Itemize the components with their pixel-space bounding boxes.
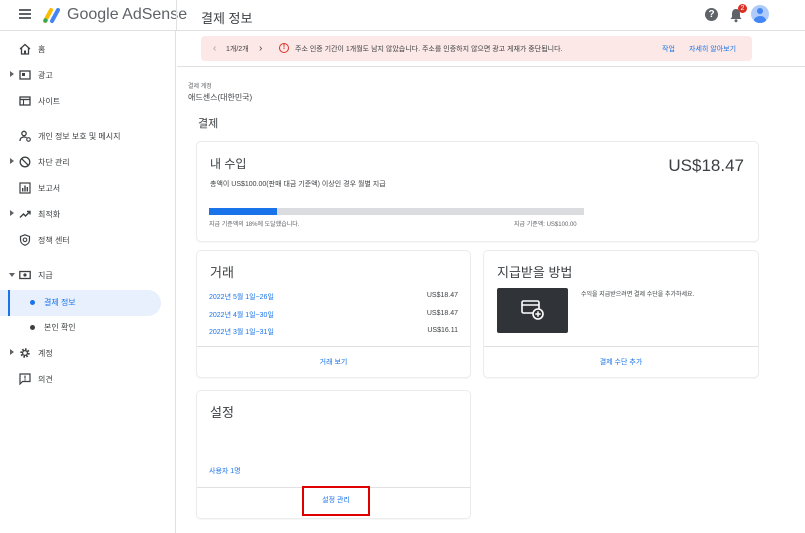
active-indicator (8, 290, 10, 316)
page-title: 결제 정보 (201, 11, 253, 26)
sidebar-item-payment-info[interactable]: 결제 정보 (0, 290, 161, 316)
view-transactions-link[interactable]: 거래 보기 (197, 357, 470, 367)
sidebar-item-feedback[interactable]: 의견 (0, 368, 176, 392)
earnings-description: 총액이 US$100.00(판매 대금 기준액) 이상인 경우 월별 지급 (210, 181, 386, 188)
card-divider (484, 346, 758, 347)
sidebar-item-ads[interactable]: 광고 (0, 64, 176, 88)
content-divider (177, 66, 805, 67)
sidebar-item-verification[interactable]: 본인 확인 (0, 316, 176, 340)
help-icon[interactable]: ? (705, 8, 718, 21)
add-payment-method-link[interactable]: 결제 수단 추가 (484, 357, 758, 367)
payment-progress-fill (209, 208, 277, 215)
section-title: 결제 (198, 118, 219, 130)
learn-more-link[interactable]: 자세히 알아보기 (689, 44, 736, 54)
chevron-right-icon[interactable]: › (259, 43, 262, 54)
chevron-left-icon[interactable]: ‹ (213, 43, 216, 54)
sidebar-item-home[interactable]: 홈 (0, 38, 176, 62)
sidebar-item-payments[interactable]: 지급 (0, 264, 176, 288)
adsense-logo-icon (43, 8, 60, 23)
top-app-bar: Google AdSense 결제 정보 ? 2 (0, 0, 805, 31)
earnings-card: 내 수입 US$18.47 총액이 US$100.00(판매 대금 기준액) 이… (197, 142, 758, 241)
sidebar-item-blocking[interactable]: 차단 관리 (0, 151, 176, 175)
sidebar: 홈 광고 사이트 개인 정보 보호 및 메시지 차단 관리 보고서 최적화 정책… (0, 31, 176, 533)
threshold-text: 지급 기준액: US$100.00 (514, 222, 577, 228)
gear-icon (20, 348, 30, 358)
payment-method-title: 지급받을 방법 (497, 265, 573, 280)
warning-icon: ! (279, 43, 289, 53)
payment-progress-bar (209, 208, 584, 215)
expand-icon[interactable] (10, 210, 14, 216)
payments-icon (19, 270, 31, 280)
transactions-title: 거래 (210, 265, 234, 280)
payment-method-hint: 수익을 지급받으려면 결제 수단을 추가하세요. (581, 292, 695, 298)
expand-icon[interactable] (10, 158, 14, 164)
avatar[interactable] (751, 5, 769, 23)
sites-icon (19, 96, 31, 106)
home-icon (19, 43, 31, 55)
sidebar-item-account[interactable]: 계정 (0, 342, 176, 366)
manage-settings-button[interactable]: 설정 관리 (302, 486, 370, 516)
users-link[interactable]: 사용자 1명 (209, 466, 241, 476)
bullet-icon (30, 300, 35, 305)
reports-icon (19, 182, 31, 194)
privacy-icon (19, 130, 31, 142)
alert-pager: 1개/2개 (226, 46, 249, 53)
block-icon (19, 156, 31, 168)
alert-message: 주소 인증 기간이 1개월도 남지 않았습니다. 주소를 인증하지 않으면 광고… (295, 46, 563, 53)
account-name: 애드센스(대한민국) (188, 93, 253, 102)
expand-icon[interactable] (10, 71, 14, 77)
sidebar-item-privacy[interactable]: 개인 정보 보호 및 메시지 (0, 125, 176, 149)
bullet-icon (30, 325, 35, 330)
notification-badge: 2 (738, 4, 747, 13)
alert-action-link[interactable]: 작업 (662, 44, 675, 54)
payment-method-illustration (497, 288, 568, 333)
transaction-row[interactable]: 2022년 5월 1일~26일 US$18.47 (209, 292, 458, 302)
transaction-row[interactable]: 2022년 3월 1일~31일 US$16.11 (209, 327, 458, 337)
sidebar-item-sites[interactable]: 사이트 (0, 90, 176, 114)
alert-banner: ‹ 1개/2개 › ! 주소 인증 기간이 1개월도 남지 않았습니다. 주소를… (201, 36, 752, 61)
header-divider (176, 0, 177, 31)
sidebar-item-optimization[interactable]: 최적화 (0, 203, 176, 227)
brand-name: Google AdSense (67, 6, 188, 23)
sidebar-item-policy-center[interactable]: 정책 센터 (0, 229, 176, 253)
collapse-icon[interactable] (9, 273, 15, 277)
payment-method-card: 지급받을 방법 수익을 지급받으려면 결제 수단을 추가하세요. 결제 수단 추… (484, 251, 758, 377)
account-label: 결제 계정 (188, 84, 212, 90)
ads-icon (19, 70, 31, 80)
feedback-icon (19, 373, 31, 385)
policy-icon (19, 234, 31, 246)
earnings-title: 내 수입 (210, 157, 247, 171)
card-divider (197, 346, 470, 347)
sidebar-item-reports[interactable]: 보고서 (0, 177, 176, 201)
transaction-row[interactable]: 2022년 4월 1일~30일 US$18.47 (209, 310, 458, 320)
settings-card: 설정 사용자 1명 설정 관리 (197, 391, 470, 518)
expand-icon[interactable] (10, 349, 14, 355)
settings-title: 설정 (210, 405, 234, 420)
progress-text: 지급 기준액의 18%에 도달했습니다. (209, 222, 300, 228)
transactions-card: 거래 2022년 5월 1일~26일 US$18.47 2022년 4월 1일~… (197, 251, 470, 377)
earnings-amount: US$18.47 (668, 156, 744, 175)
menu-icon[interactable] (19, 9, 31, 19)
trending-icon (19, 210, 31, 218)
add-card-icon (521, 300, 544, 320)
